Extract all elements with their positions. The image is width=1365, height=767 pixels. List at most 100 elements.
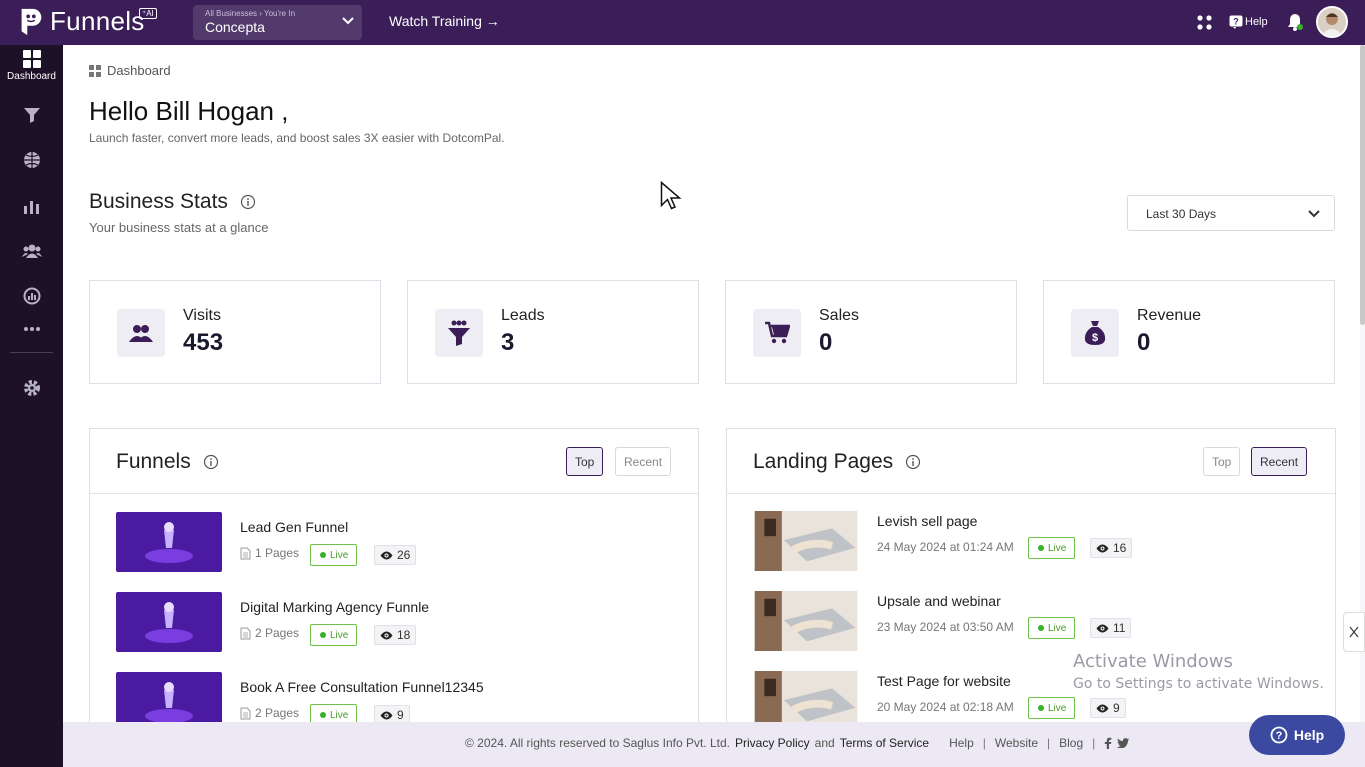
breadcrumb-label[interactable]: Dashboard — [107, 63, 171, 78]
landing-page-row[interactable]: Levish sell page 24 May 2024 at 01:24 AM… — [753, 511, 1293, 573]
avatar-image — [1318, 8, 1346, 36]
visitors-icon — [117, 309, 165, 357]
privacy-policy-link[interactable]: Privacy Policy — [735, 736, 810, 750]
contacts-icon — [21, 244, 42, 258]
twitter-icon[interactable] — [1117, 738, 1130, 748]
funnels-title: Funnels — [116, 450, 219, 474]
footer-separator: | — [1047, 736, 1051, 750]
blog-link[interactable]: Blog — [1059, 736, 1083, 750]
page-icon — [240, 547, 251, 559]
footer-separator: | — [1092, 736, 1096, 750]
date-range-select[interactable]: Last 30 Days — [1127, 195, 1335, 231]
sidebar-item-sites[interactable] — [0, 151, 63, 169]
svg-text:$: $ — [1092, 332, 1098, 344]
live-dot-icon — [320, 632, 326, 638]
help-floating-button[interactable]: ? Help — [1249, 715, 1345, 755]
landing-page-row[interactable]: Upsale and webinar 23 May 2024 at 03:50 … — [753, 591, 1293, 653]
funnel-pages-label: 1 Pages — [255, 546, 300, 560]
question-circle-icon: ? — [1270, 726, 1288, 744]
landing-pages-title: Landing Pages — [753, 450, 921, 474]
info-icon[interactable] — [240, 194, 256, 210]
reports-icon — [23, 287, 40, 305]
views-count: 11 — [1113, 621, 1126, 635]
stat-label: Sales — [819, 307, 860, 324]
facebook-icon[interactable] — [1104, 737, 1112, 749]
eye-icon — [380, 711, 393, 719]
app-logo[interactable]: Funnels ⁺AI — [18, 6, 157, 37]
more-icon — [23, 327, 40, 331]
page-scrollbar[interactable] — [1360, 45, 1365, 325]
funnels-tab-recent[interactable]: Recent — [615, 447, 672, 476]
funnel-row[interactable]: Digital Marking Agency Funnle 2 Pages Li… — [116, 592, 656, 654]
landing-page-name[interactable]: Levish sell page — [877, 513, 977, 529]
page-icon — [240, 627, 251, 639]
help-icon: ? — [1229, 15, 1243, 29]
status-badge: Live — [1028, 537, 1076, 559]
funnel-thumbnail — [116, 512, 222, 572]
funnel-row[interactable]: Book A Free Consultation Funnel12345 2 P… — [116, 672, 656, 727]
funnel-row[interactable]: Lead Gen Funnel 1 Pages Live 26 — [116, 512, 656, 574]
sidebar-item-analytics[interactable] — [0, 197, 63, 215]
apps-grid-icon[interactable] — [1197, 15, 1212, 30]
mouse-cursor-icon — [660, 181, 682, 210]
business-caption: All Businesses › You're In — [205, 9, 296, 18]
website-link[interactable]: Website — [995, 736, 1038, 750]
funnel-pages-label: 2 Pages — [255, 626, 300, 640]
terms-link[interactable]: Terms of Service — [840, 736, 929, 750]
landing-page-name[interactable]: Test Page for website — [877, 673, 1011, 689]
business-selector[interactable]: All Businesses › You're In Concepta — [193, 5, 362, 40]
footer: © 2024. All rights reserved to Saglus In… — [63, 722, 1365, 767]
collapse-icon — [1349, 626, 1359, 638]
bell-icon[interactable] — [1286, 12, 1304, 32]
sidebar-item-dashboard[interactable]: Dashboard — [0, 50, 63, 82]
footer-and: and — [814, 736, 835, 750]
sidebar-item-reports[interactable] — [0, 287, 63, 305]
app-name: Funnels — [50, 6, 145, 36]
landing-page-date: 23 May 2024 at 03:50 AM — [877, 620, 1014, 634]
sidebar-divider — [10, 352, 53, 353]
live-dot-icon — [1038, 625, 1044, 631]
dashboard-icon — [22, 50, 41, 68]
business-stats-subtitle: Your business stats at a glance — [89, 220, 269, 235]
help-link[interactable]: ? Help — [1229, 15, 1268, 29]
landing-page-date: 24 May 2024 at 01:24 AM — [877, 540, 1014, 554]
business-stats-title: Business Stats — [89, 190, 256, 214]
info-icon[interactable] — [905, 454, 921, 470]
funnels-tab-top[interactable]: Top — [566, 447, 604, 476]
analytics-icon — [23, 201, 39, 214]
info-icon[interactable] — [203, 454, 219, 470]
sidebar-item-more[interactable] — [0, 326, 63, 332]
watch-training-link[interactable]: Watch Training → — [389, 13, 500, 29]
live-dot-icon — [320, 552, 326, 558]
sidebar-item-funnels[interactable] — [0, 106, 63, 124]
status-badge: Live — [310, 544, 358, 566]
status-label: Live — [330, 710, 349, 721]
chevron-down-icon — [342, 17, 354, 25]
eye-icon — [1096, 704, 1109, 712]
stat-card-visits: Visits 453 — [89, 280, 381, 384]
sidebar-item-settings[interactable] — [0, 379, 63, 397]
landing-tab-recent[interactable]: Recent — [1251, 447, 1308, 476]
funnel-name[interactable]: Book A Free Consultation Funnel12345 — [240, 679, 484, 695]
funnel-icon — [435, 309, 483, 357]
landing-tab-top[interactable]: Top — [1203, 447, 1241, 476]
views-badge: 26 — [374, 545, 417, 565]
funnel-name[interactable]: Lead Gen Funnel — [240, 519, 348, 535]
breadcrumb: Dashboard — [89, 63, 171, 78]
stat-value: 0 — [1137, 329, 1151, 356]
status-badge: Live — [1028, 617, 1076, 639]
user-avatar[interactable] — [1316, 6, 1348, 38]
status-badge: Live — [1028, 697, 1076, 719]
footer-help-link[interactable]: Help — [949, 736, 974, 750]
side-collapse-tab[interactable] — [1343, 612, 1365, 652]
stat-label: Visits — [183, 307, 221, 324]
watermark-title: Activate Windows — [1073, 651, 1233, 672]
eye-icon — [380, 551, 393, 559]
funnel-name[interactable]: Digital Marking Agency Funnle — [240, 599, 429, 615]
funnel-thumbnail — [116, 592, 222, 652]
live-dot-icon — [1038, 545, 1044, 551]
sidebar-item-contacts[interactable] — [0, 242, 63, 260]
landing-page-name[interactable]: Upsale and webinar — [877, 593, 1001, 609]
landing-page-thumbnail — [754, 671, 858, 727]
views-badge: 9 — [1090, 698, 1126, 718]
